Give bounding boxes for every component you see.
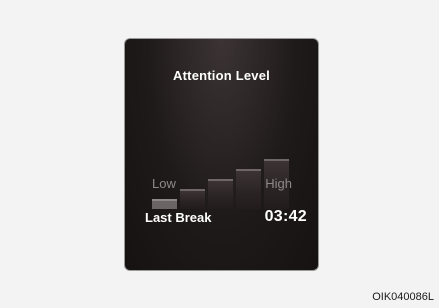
attention-level-bar-3	[208, 179, 233, 209]
attention-level-bar-1	[152, 199, 177, 209]
scale-high-label: High	[265, 176, 292, 191]
attention-level-bars	[152, 119, 291, 209]
attention-level-bar-4	[236, 169, 261, 209]
attention-level-bar-2	[180, 189, 205, 209]
image-code-label: OIK040086L	[372, 291, 434, 303]
scale-low-label: Low	[152, 176, 176, 191]
display-title: Attention Level	[173, 68, 270, 83]
attention-level-display: Attention Level Low High Last Break 03:4…	[124, 38, 319, 271]
last-break-label: Last Break	[145, 210, 212, 225]
last-break-time: 03:42	[264, 208, 307, 225]
